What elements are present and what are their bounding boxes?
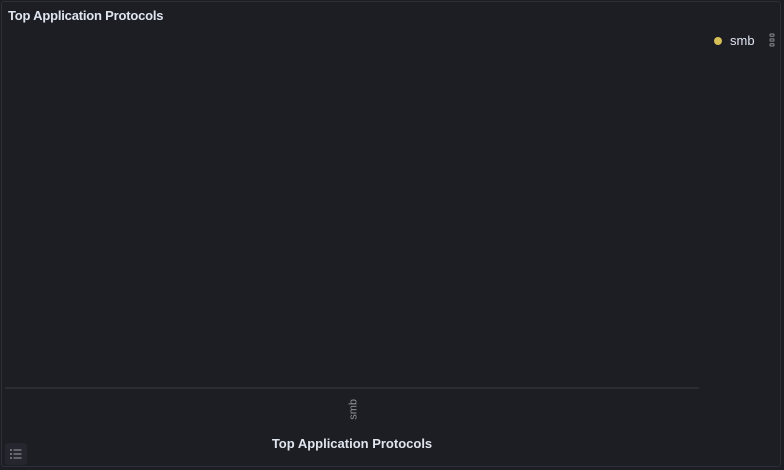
bar-chart: smb (5, 387, 699, 420)
legend-toggle-button[interactable] (5, 443, 27, 465)
more-vertical-icon[interactable] (768, 33, 776, 47)
x-tick-label: smb (348, 399, 360, 420)
legend-item-label: smb (730, 33, 755, 48)
x-axis-title: Top Application Protocols (271, 436, 433, 451)
visualization-panel: Top Application Protocols smb smb Top Ap… (1, 1, 781, 467)
legend-item-smb[interactable]: smb (714, 33, 755, 48)
list-icon (10, 449, 22, 459)
legend-color-dot (714, 36, 722, 45)
